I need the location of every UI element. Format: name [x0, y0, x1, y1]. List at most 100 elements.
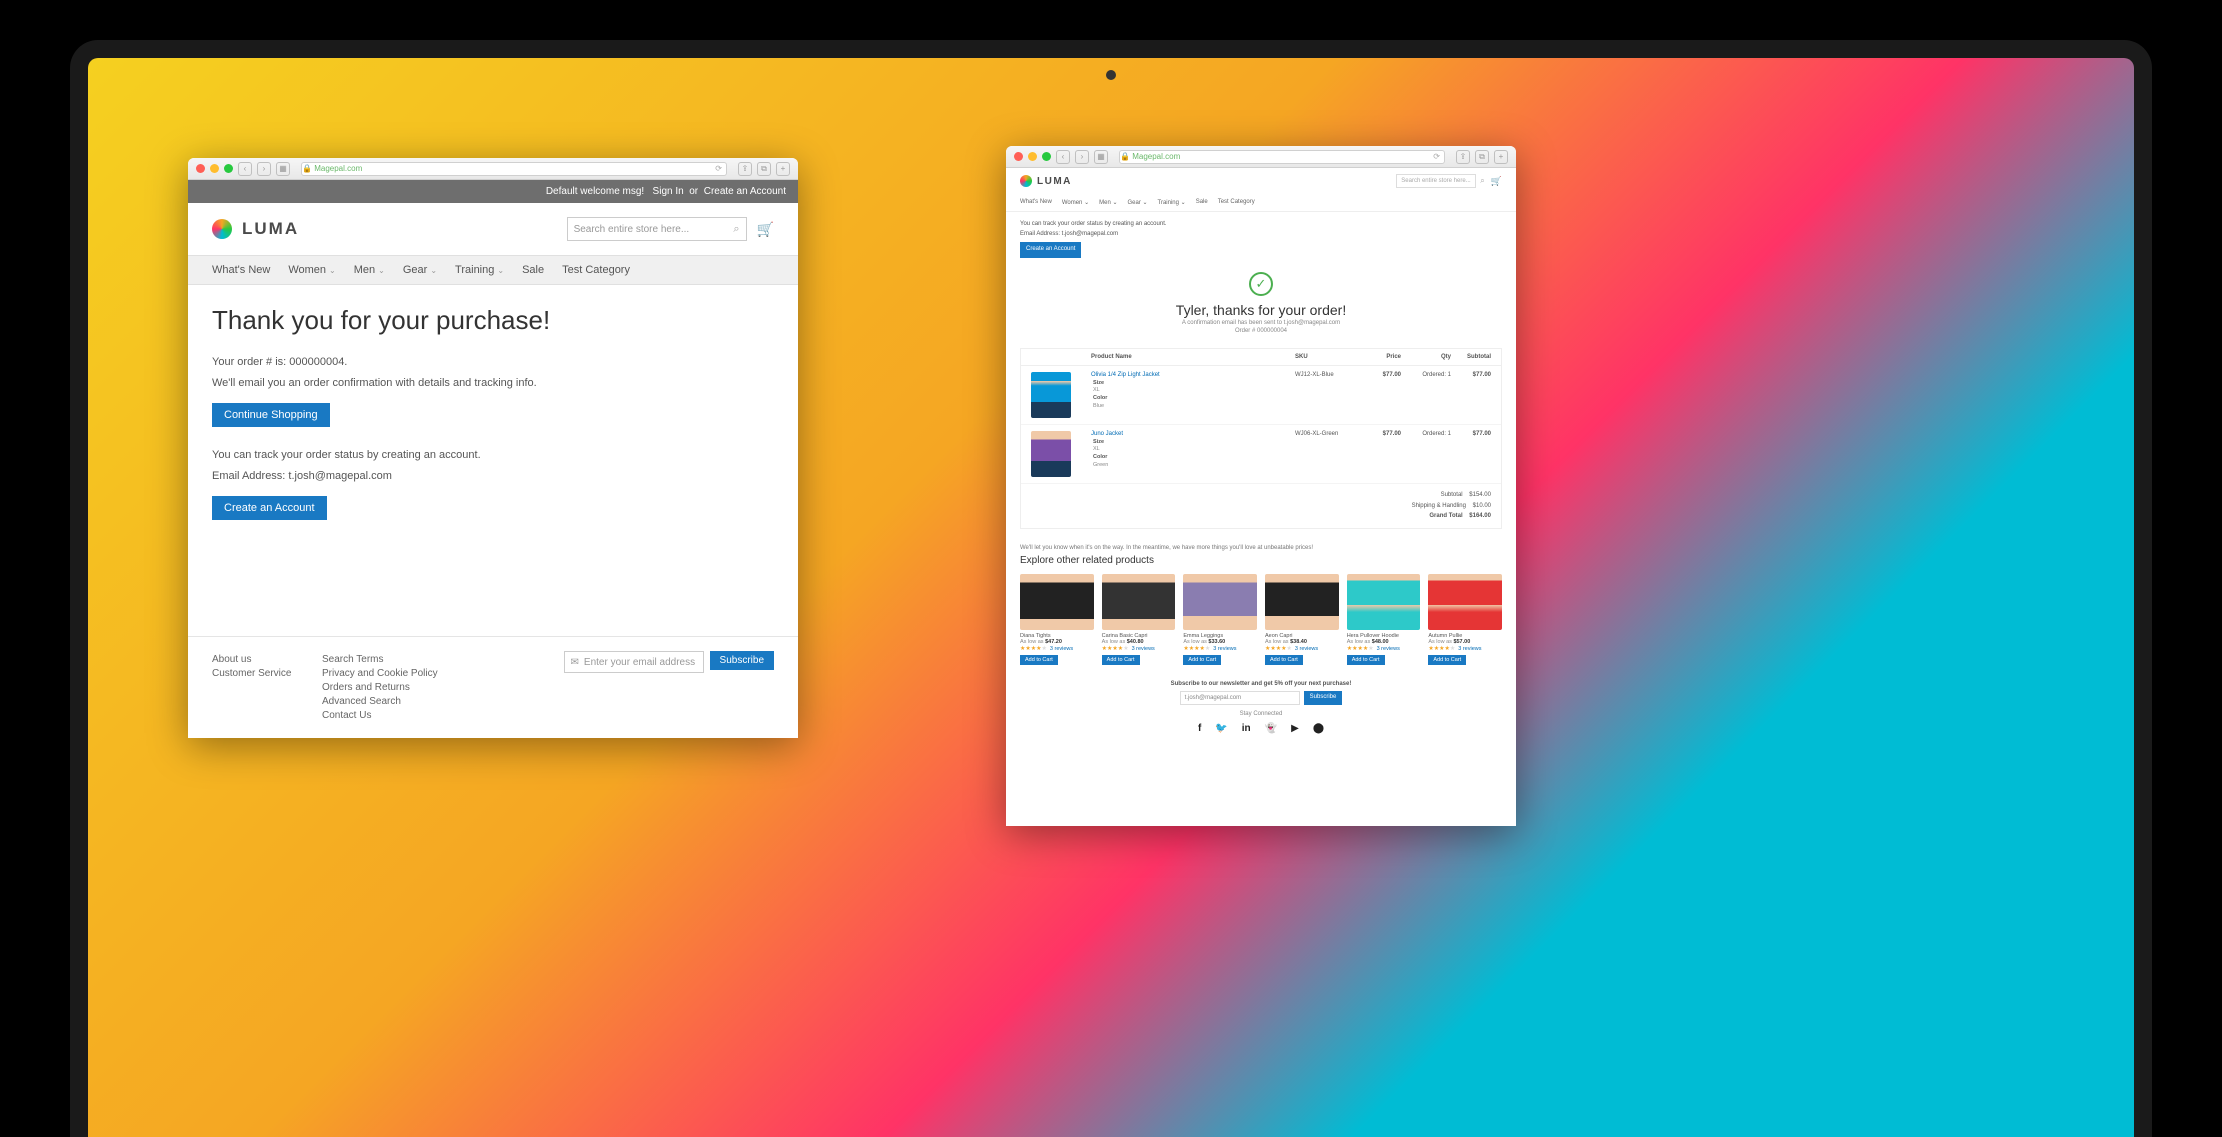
nav-women[interactable]: Women⌄	[288, 264, 335, 276]
reviews-link[interactable]: 3 reviews	[1050, 646, 1073, 652]
search-input[interactable]: Search entire store here...	[1396, 174, 1476, 188]
nav-gear[interactable]: Gear ⌄	[1127, 199, 1147, 206]
footer-col-2: Search Terms Privacy and Cookie Policy O…	[322, 651, 472, 724]
tabs-button[interactable]: ⧉	[1475, 150, 1489, 164]
brand-name[interactable]: LUMA	[1037, 176, 1072, 187]
share-button[interactable]: ⇪	[1456, 150, 1470, 164]
forward-button[interactable]: ›	[1075, 150, 1089, 164]
footer-link-contact[interactable]: Contact Us	[322, 710, 472, 721]
forward-button[interactable]: ›	[257, 162, 271, 176]
create-account-button[interactable]: Create an Account	[212, 496, 327, 520]
nav-whats-new[interactable]: What's New	[1020, 199, 1052, 206]
product-image[interactable]	[1265, 574, 1339, 630]
product-card[interactable]: Emma Leggings As low as $33.60 ★★★★★3 re…	[1183, 574, 1257, 665]
nav-gear[interactable]: Gear⌄	[403, 264, 437, 276]
footer-link-orders-returns[interactable]: Orders and Returns	[322, 682, 472, 693]
add-to-cart-button[interactable]: Add to Cart	[1428, 655, 1466, 665]
youtube-icon[interactable]: ▶	[1291, 723, 1299, 734]
cart-icon[interactable]: 🛒	[1491, 176, 1502, 187]
subscribe-button[interactable]: Subscribe	[1304, 691, 1343, 705]
subscribe-button[interactable]: Subscribe	[710, 651, 774, 670]
minimize-icon[interactable]	[1028, 152, 1037, 161]
nav-sale[interactable]: Sale	[522, 264, 544, 276]
minimize-icon[interactable]	[210, 164, 219, 173]
product-card[interactable]: Carina Basic Capri As low as $40.80 ★★★★…	[1102, 574, 1176, 665]
reviews-link[interactable]: 3 reviews	[1132, 646, 1155, 652]
snapchat-icon[interactable]: 👻	[1265, 723, 1277, 734]
twitter-icon[interactable]: 🐦	[1215, 723, 1227, 734]
product-image[interactable]	[1031, 372, 1071, 418]
maximize-icon[interactable]	[224, 164, 233, 173]
close-icon[interactable]	[196, 164, 205, 173]
product-image[interactable]	[1428, 574, 1502, 630]
add-to-cart-button[interactable]: Add to Cart	[1020, 655, 1058, 665]
footer-link-advanced-search[interactable]: Advanced Search	[322, 696, 472, 707]
product-image[interactable]	[1031, 431, 1071, 477]
search-icon[interactable]: ⌕	[733, 223, 739, 236]
github-icon[interactable]: ⬤	[1313, 723, 1324, 734]
address-bar[interactable]: 🔒 Magepal.com⟳	[301, 162, 727, 176]
product-card[interactable]: Diana Tights As low as $47.20 ★★★★★3 rev…	[1020, 574, 1094, 665]
nav-women[interactable]: Women ⌄	[1062, 199, 1089, 206]
maximize-icon[interactable]	[1042, 152, 1051, 161]
reviews-link[interactable]: 3 reviews	[1377, 646, 1400, 652]
facebook-icon[interactable]: f	[1198, 723, 1201, 734]
reload-icon[interactable]: ⟳	[1433, 152, 1440, 161]
nav-men[interactable]: Men⌄	[354, 264, 385, 276]
footer-link-about[interactable]: About us	[212, 654, 322, 665]
product-name-link[interactable]: Juno Jacket	[1091, 431, 1123, 437]
reviews-link[interactable]: 3 reviews	[1295, 646, 1318, 652]
new-tab-button[interactable]: +	[1494, 150, 1508, 164]
nav-test-category[interactable]: Test Category	[562, 264, 630, 276]
add-to-cart-button[interactable]: Add to Cart	[1265, 655, 1303, 665]
reviews-link[interactable]: 3 reviews	[1213, 646, 1236, 652]
back-button[interactable]: ‹	[238, 162, 252, 176]
url-text: Magepal.com	[314, 164, 362, 173]
newsletter-input[interactable]: ✉Enter your email address	[564, 651, 704, 673]
add-to-cart-button[interactable]: Add to Cart	[1183, 655, 1221, 665]
nav-training[interactable]: Training⌄	[455, 264, 504, 276]
reload-icon[interactable]: ⟳	[715, 164, 722, 173]
footer-link-customer-service[interactable]: Customer Service	[212, 668, 322, 679]
create-account-button[interactable]: Create an Account	[1020, 242, 1081, 258]
nav-sale[interactable]: Sale	[1196, 199, 1208, 206]
address-bar[interactable]: 🔒 Magepal.com⟳	[1119, 150, 1445, 164]
product-card[interactable]: Aeon Capri As low as $38.40 ★★★★★3 revie…	[1265, 574, 1339, 665]
nav-training[interactable]: Training ⌄	[1158, 199, 1186, 206]
luma-logo-icon[interactable]	[1020, 175, 1032, 187]
linkedin-icon[interactable]: in	[1242, 723, 1251, 734]
luma-logo-icon[interactable]	[212, 219, 232, 239]
cart-icon[interactable]: 🛒	[757, 221, 774, 238]
product-name-link[interactable]: Olivia 1/4 Zip Light Jacket	[1091, 372, 1160, 378]
nav-whats-new[interactable]: What's New	[212, 264, 270, 276]
tabs-button[interactable]: ⧉	[757, 162, 771, 176]
footer-link-privacy[interactable]: Privacy and Cookie Policy	[322, 668, 472, 679]
sku-value: WJ06-XL-Green	[1293, 431, 1363, 437]
nav-men[interactable]: Men ⌄	[1099, 199, 1117, 206]
share-button[interactable]: ⇪	[738, 162, 752, 176]
reviews-link[interactable]: 3 reviews	[1458, 646, 1481, 652]
product-card[interactable]: Hera Pullover Hoodie As low as $48.00 ★★…	[1347, 574, 1421, 665]
nav-test-category[interactable]: Test Category	[1218, 199, 1255, 206]
new-tab-button[interactable]: +	[776, 162, 790, 176]
sidebar-button[interactable]: ▦	[276, 162, 290, 176]
footer-link-search-terms[interactable]: Search Terms	[322, 654, 472, 665]
add-to-cart-button[interactable]: Add to Cart	[1347, 655, 1385, 665]
search-input[interactable]: Search entire store here...⌕	[567, 217, 747, 241]
newsletter-input[interactable]: t.josh@magepal.com	[1180, 691, 1300, 705]
product-image[interactable]	[1102, 574, 1176, 630]
product-card[interactable]: Autumn Pullie As low as $57.00 ★★★★★3 re…	[1428, 574, 1502, 665]
product-image[interactable]	[1347, 574, 1421, 630]
product-image[interactable]	[1183, 574, 1257, 630]
sidebar-button[interactable]: ▦	[1094, 150, 1108, 164]
product-image[interactable]	[1020, 574, 1094, 630]
brand-name[interactable]: LUMA	[242, 219, 299, 239]
sign-in-link[interactable]: Sign In	[653, 186, 684, 197]
add-to-cart-button[interactable]: Add to Cart	[1102, 655, 1140, 665]
create-account-link[interactable]: Create an Account	[704, 186, 786, 197]
search-icon[interactable]: ⌕	[1480, 176, 1484, 186]
continue-shopping-button[interactable]: Continue Shopping	[212, 403, 330, 427]
page-title: Thank you for your purchase!	[212, 305, 774, 336]
back-button[interactable]: ‹	[1056, 150, 1070, 164]
close-icon[interactable]	[1014, 152, 1023, 161]
